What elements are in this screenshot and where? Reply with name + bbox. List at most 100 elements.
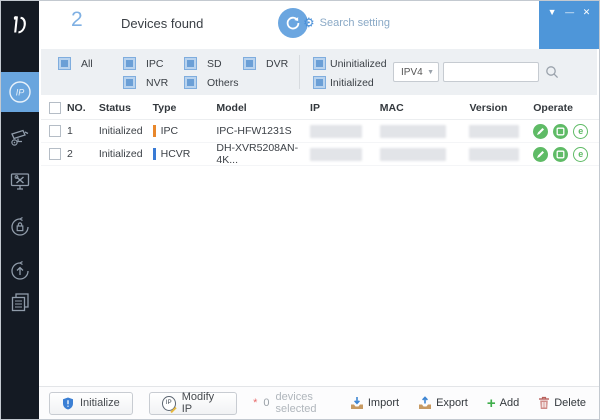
header-ip: IP <box>310 101 320 114</box>
filter-uninitialized[interactable]: Uninitialized <box>313 57 387 70</box>
search-icon[interactable] <box>545 65 559 84</box>
redacted-version-value <box>469 124 520 138</box>
cell-ip <box>310 124 380 138</box>
redacted-ip-value <box>310 147 363 161</box>
edit-pencil-icon[interactable] <box>533 146 549 162</box>
header-mac: MAC <box>379 101 404 114</box>
export-icon <box>419 396 432 409</box>
checkbox-dvr[interactable] <box>243 57 256 70</box>
checkbox-sd[interactable] <box>184 57 197 70</box>
checkbox-initialized[interactable] <box>313 76 326 89</box>
open-web-e-icon[interactable]: e <box>573 123 589 139</box>
open-web-e-icon[interactable]: e <box>573 146 589 162</box>
cell-model: IPC-HFW1231S <box>216 125 292 137</box>
filter-sd[interactable]: SD <box>184 57 222 70</box>
row-checkbox[interactable] <box>49 125 61 137</box>
header-model: Model <box>216 101 247 114</box>
cell-no: 1 <box>66 125 73 137</box>
plus-icon: + <box>486 394 496 412</box>
device-details-icon[interactable] <box>553 146 569 162</box>
top-bar: 2 Devices found ⚙ Search setting ▼ — ✕ <box>39 1 599 49</box>
filter-initialized[interactable]: Initialized <box>313 76 374 89</box>
cell-version <box>469 147 533 161</box>
protocol-select[interactable]: IPV4 ▼ <box>393 62 439 82</box>
header-type: Type <box>152 101 177 114</box>
device-count: 2 <box>71 8 83 31</box>
titlebar-controls: ▼ — ✕ <box>539 1 599 49</box>
configtool-window: IP 2 Devices found ⚙ Search setting ▼ — … <box>0 0 600 420</box>
monitor-tools-icon <box>10 173 30 190</box>
svg-text:IP: IP <box>16 88 25 98</box>
add-button[interactable]: + Add <box>487 396 519 411</box>
table-header: NO. Status Type Model IP MAC Version Ope… <box>41 96 599 120</box>
header-operate: Operate <box>533 101 573 114</box>
checkbox-nvr[interactable] <box>123 76 136 89</box>
checkbox-all[interactable] <box>58 57 71 70</box>
minimize-icon[interactable]: — <box>565 8 574 18</box>
filter-ipc[interactable]: IPC <box>123 57 164 70</box>
filter-all[interactable]: All <box>58 57 93 70</box>
filter-others[interactable]: Others <box>184 76 239 89</box>
cell-type: IPC <box>152 125 217 137</box>
sidebar-item-modify-ip[interactable]: IP <box>1 72 39 112</box>
sidebar-item-device-upgrade[interactable] <box>1 257 39 285</box>
header-status: Status <box>98 101 131 114</box>
sidebar: IP <box>1 1 39 419</box>
sidebar-item-system-settings[interactable] <box>1 167 39 195</box>
refresh-icon <box>286 16 300 30</box>
search-setting-label: Search setting <box>319 16 390 29</box>
device-table: NO. Status Type Model IP MAC Version Ope… <box>41 96 599 166</box>
header-no: NO. <box>66 101 86 114</box>
initialize-button[interactable]: Initialize <box>49 391 133 415</box>
import-icon <box>350 397 363 409</box>
shield-icon <box>63 397 73 409</box>
cell-ip <box>310 147 380 161</box>
main-area: 2 Devices found ⚙ Search setting ▼ — ✕ A… <box>39 1 599 419</box>
table-body: 1 Initialized IPC IPC-HFW1231S e 2 Initi… <box>41 120 599 166</box>
type-color-bar <box>152 148 156 160</box>
sidebar-item-password-reset[interactable] <box>1 213 39 241</box>
filter-bar: All IPC NVR SD Others DVR Uninitialized … <box>41 49 597 95</box>
filter-divider <box>299 55 300 89</box>
import-button[interactable]: Import <box>350 396 399 410</box>
arrow-up-circle-icon <box>11 260 29 280</box>
menu-dropdown-icon[interactable]: ▼ <box>548 8 557 18</box>
camera-gear-icon <box>11 129 29 146</box>
export-button[interactable]: Export <box>418 396 468 410</box>
filter-dvr[interactable]: DVR <box>243 57 288 70</box>
table-row[interactable]: 2 Initialized HCVR DH-XVR5208AN-4K... e <box>41 142 599 166</box>
modify-ip-button[interactable]: IP Modify IP <box>148 391 238 415</box>
filter-nvr[interactable]: NVR <box>123 76 168 89</box>
row-checkbox[interactable] <box>49 148 61 160</box>
checkbox-uninitialized[interactable] <box>313 57 326 70</box>
sidebar-item-build-config[interactable] <box>1 288 39 316</box>
footer-actions: Import Export + Add Delete <box>350 396 586 411</box>
edit-pencil-icon[interactable] <box>533 123 549 139</box>
delete-button[interactable]: Delete <box>538 396 586 410</box>
cell-operate: e <box>533 123 599 139</box>
header-version: Version <box>469 101 508 114</box>
redacted-version-value <box>469 147 520 161</box>
close-icon[interactable]: ✕ <box>583 8 591 18</box>
cell-type: HCVR <box>152 148 217 160</box>
documents-icon <box>11 293 29 312</box>
sidebar-item-device-config[interactable] <box>1 123 39 151</box>
device-details-icon[interactable] <box>553 123 569 139</box>
select-all-checkbox[interactable] <box>49 101 61 114</box>
checkbox-ipc[interactable] <box>123 57 136 70</box>
devices-found-label: Devices found <box>121 16 204 31</box>
search-input[interactable] <box>443 62 539 82</box>
selected-count: 0 <box>263 397 270 409</box>
selection-status: * 0 devices selected <box>253 391 350 415</box>
gear-icon: ⚙ <box>303 15 315 30</box>
chevron-down-icon: ▼ <box>427 68 434 76</box>
redacted-mac-value <box>379 124 446 138</box>
checkbox-others[interactable] <box>184 76 197 89</box>
lock-refresh-icon <box>11 216 29 236</box>
footer-bar: Initialize IP Modify IP * 0 devices sele… <box>39 386 599 419</box>
app-logo-icon <box>1 1 39 49</box>
cell-no: 2 <box>66 148 73 160</box>
search-setting-button[interactable]: ⚙ Search setting <box>303 16 390 29</box>
cell-status: Initialized <box>98 125 143 137</box>
table-row[interactable]: 1 Initialized IPC IPC-HFW1231S e <box>41 120 599 143</box>
